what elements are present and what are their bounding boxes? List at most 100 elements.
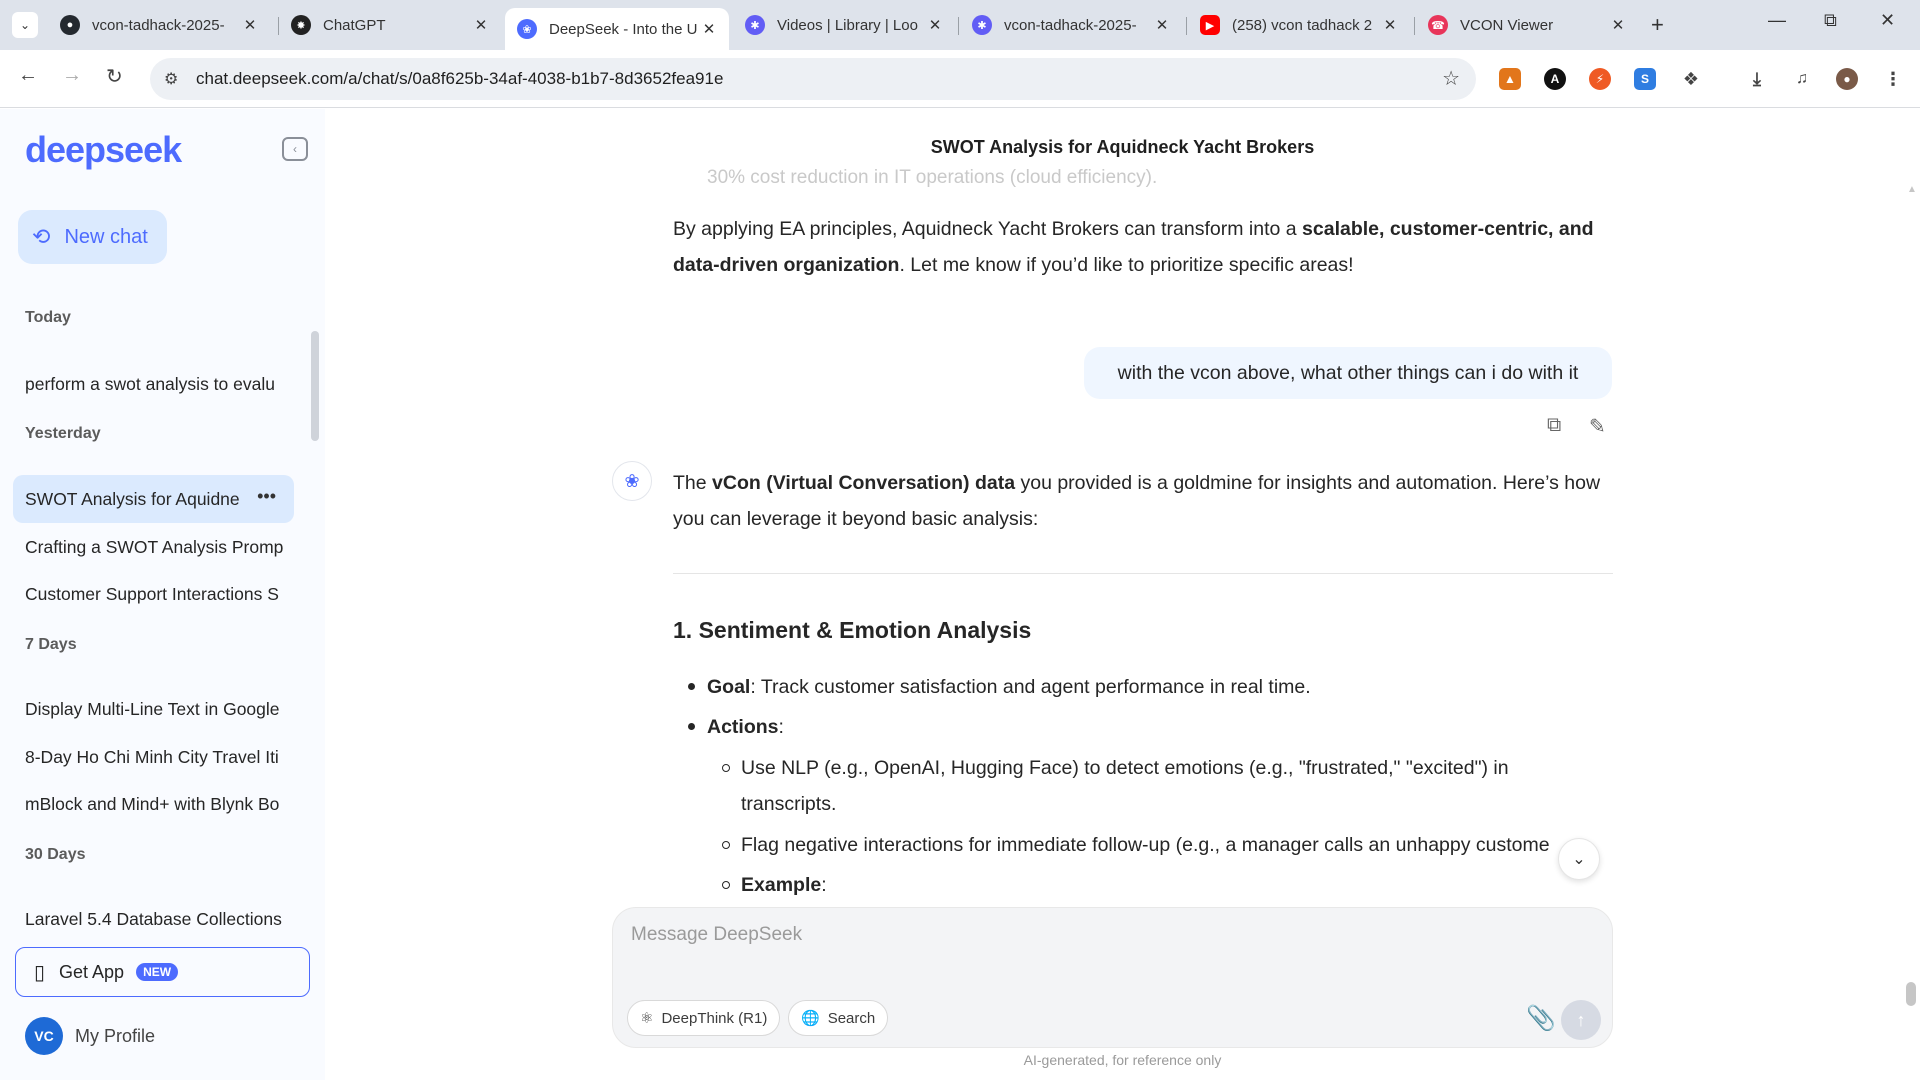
new-badge: NEW: [136, 963, 179, 981]
bookmark-star-icon[interactable]: ☆: [1442, 66, 1460, 91]
message-input[interactable]: Message DeepSeek: [631, 924, 802, 946]
minimize-icon[interactable]: —: [1768, 10, 1786, 31]
download-icon[interactable]: ⤓: [1746, 68, 1768, 90]
close-window-icon[interactable]: ✕: [1880, 10, 1895, 31]
scroll-up-arrow[interactable]: ▲: [1907, 184, 1917, 195]
list-item-goal: Goal: Track customer satisfaction and ag…: [707, 676, 1311, 698]
close-tab-icon[interactable]: ✕: [1380, 16, 1400, 34]
list-item-actions: Actions:: [707, 716, 784, 738]
divider: [673, 573, 1613, 574]
tab-4[interactable]: ✱ Videos | Library | Loo ✕: [733, 8, 955, 42]
chat-main: SWOT Analysis for Aquidneck Yacht Broker…: [325, 109, 1920, 1080]
disclaimer-text: AI-generated, for reference only: [1023, 1052, 1222, 1068]
tab-7[interactable]: ☎ VCON Viewer ✕: [1416, 8, 1638, 42]
sublist-bullet: [722, 841, 730, 849]
collapse-sidebar-icon[interactable]: ‹: [282, 137, 308, 161]
avatar: VC: [25, 1017, 63, 1055]
loom-icon: ✱: [972, 15, 992, 35]
restore-icon[interactable]: ⧉: [1824, 10, 1837, 31]
list-bullet: [688, 723, 695, 730]
tab-5[interactable]: ✱ vcon-tadhack-2025- ✕: [960, 8, 1182, 42]
history-item-selected[interactable]: SWOT Analysis for Aquidne •••: [13, 475, 294, 523]
sublist-item: Flag negative interactions for immediate…: [741, 834, 1550, 856]
loom-icon: ✱: [745, 15, 765, 35]
extension-bolt-icon[interactable]: ⚡: [1589, 68, 1611, 90]
extension-blue-icon[interactable]: S: [1634, 68, 1656, 90]
list-bullet: [688, 683, 695, 690]
copy-icon[interactable]: ⧉: [1547, 414, 1561, 437]
sublist-item-example: Example:: [741, 874, 827, 896]
deepthink-toggle[interactable]: ⚛ DeepThink (R1): [627, 1000, 781, 1036]
history-item[interactable]: Customer Support Interactions S: [13, 570, 294, 618]
history-item[interactable]: 8-Day Ho Chi Minh City Travel Iti: [13, 733, 294, 781]
openai-icon: ✸: [291, 15, 311, 35]
history-item[interactable]: perform a swot analysis to evalu: [13, 360, 294, 408]
section-30-days: 30 Days: [25, 846, 86, 863]
metamask-icon[interactable]: ▲: [1499, 68, 1521, 90]
site-info-icon[interactable]: ⚙: [164, 69, 178, 89]
user-message-bubble: with the vcon above, what other things c…: [1084, 347, 1612, 399]
my-profile-button[interactable]: VC My Profile: [25, 1017, 155, 1055]
tab-separator: [1186, 17, 1187, 35]
history-item[interactable]: Crafting a SWOT Analysis Promp: [13, 523, 294, 571]
assistant-intro-paragraph: The vCon (Virtual Conversation) data you…: [673, 472, 1601, 530]
media-control-icon[interactable]: ♫: [1791, 68, 1813, 90]
phone-icon: ☎: [1428, 15, 1448, 35]
tab-6[interactable]: ▶ (258) vcon tadhack 2 ✕: [1188, 8, 1410, 42]
edit-icon[interactable]: ✎: [1589, 414, 1606, 439]
sidebar-scrollbar[interactable]: [311, 331, 319, 441]
main-scrollbar[interactable]: [1906, 982, 1916, 1006]
close-tab-icon[interactable]: ✕: [240, 16, 260, 34]
globe-icon: 🌐: [801, 1010, 820, 1027]
tab-separator: [958, 17, 959, 35]
deepseek-logo[interactable]: deepseek: [25, 129, 182, 171]
get-app-button[interactable]: ▯ Get App NEW: [15, 947, 310, 997]
browser-tab-strip: ⌄ ● vcon-tadhack-2025- ✕ ✸ ChatGPT ✕ ❀ D…: [0, 0, 1920, 50]
back-icon[interactable]: ←: [18, 64, 38, 87]
tab-1[interactable]: ● vcon-tadhack-2025- ✕: [48, 8, 270, 42]
new-chat-icon: ⟲: [32, 224, 51, 249]
close-tab-icon[interactable]: ✕: [471, 16, 491, 34]
send-button[interactable]: ↑: [1561, 1000, 1601, 1040]
tab-separator: [1414, 17, 1415, 35]
more-options-icon[interactable]: •••: [257, 486, 276, 507]
new-chat-button[interactable]: ⟲ New chat: [18, 210, 167, 264]
history-item[interactable]: mBlock and Mind+ with Blynk Bo: [13, 780, 294, 828]
section-7-days: 7 Days: [25, 636, 77, 653]
deepseek-bot-icon: ❀: [612, 461, 652, 501]
tab-2[interactable]: ✸ ChatGPT ✕: [279, 8, 501, 42]
reload-icon[interactable]: ↻: [106, 64, 123, 89]
sublist-bullet: [722, 764, 730, 772]
history-item[interactable]: Display Multi-Line Text in Google: [13, 685, 294, 733]
extensions-puzzle-icon[interactable]: ❖: [1680, 68, 1702, 90]
extension-a-icon[interactable]: A: [1544, 68, 1566, 90]
sublist-item: Use NLP (e.g., OpenAI, Hugging Face) to …: [741, 757, 1509, 815]
deepseek-icon: ❀: [517, 19, 537, 39]
url-text[interactable]: chat.deepseek.com/a/chat/s/0a8f625b-34af…: [196, 69, 723, 89]
faded-previous-line: 30% cost reduction in IT operations (clo…: [707, 167, 1158, 188]
youtube-icon: ▶: [1200, 15, 1220, 35]
address-bar[interactable]: ⚙ chat.deepseek.com/a/chat/s/0a8f625b-34…: [150, 58, 1476, 100]
tab-search-button[interactable]: ⌄: [12, 12, 38, 38]
browser-menu-icon[interactable]: ⋮: [1882, 68, 1904, 90]
browser-toolbar: ← → ↻ ⚙ chat.deepseek.com/a/chat/s/0a8f6…: [0, 50, 1920, 108]
close-tab-icon[interactable]: ✕: [1608, 16, 1628, 34]
phone-icon: ▯: [34, 961, 46, 984]
section-heading: 1. Sentiment & Emotion Analysis: [673, 617, 1032, 643]
sidebar: deepseek ‹ ⟲ New chat Today perform a sw…: [0, 109, 325, 1080]
new-tab-button[interactable]: +: [1651, 12, 1664, 38]
attach-file-icon[interactable]: 📎: [1526, 1004, 1556, 1033]
history-item[interactable]: Laravel 5.4 Database Collections: [13, 895, 294, 943]
close-tab-icon[interactable]: ✕: [1152, 16, 1172, 34]
section-yesterday: Yesterday: [25, 425, 101, 442]
scroll-to-bottom-button[interactable]: ⌄: [1558, 838, 1600, 880]
close-tab-icon[interactable]: ✕: [699, 20, 719, 38]
tab-3-active[interactable]: ❀ DeepSeek - Into the U ✕: [505, 8, 729, 50]
deepthink-icon: ⚛: [640, 1010, 654, 1027]
close-tab-icon[interactable]: ✕: [925, 16, 945, 34]
message-composer[interactable]: Message DeepSeek ⚛ DeepThink (R1) 🌐 Sear…: [612, 907, 1613, 1048]
section-today: Today: [25, 309, 71, 326]
forward-icon[interactable]: →: [62, 64, 82, 87]
search-toggle[interactable]: 🌐 Search: [788, 1000, 889, 1036]
profile-avatar-icon[interactable]: ●: [1836, 68, 1858, 90]
